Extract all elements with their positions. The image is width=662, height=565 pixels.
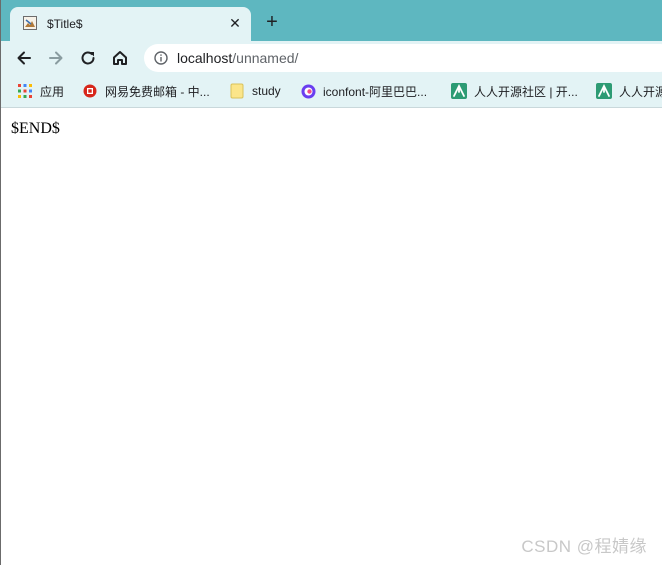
bookmark-label: 人人开源社区 | 开... bbox=[474, 84, 578, 99]
bookmark-renren-open-source[interactable]: 人人开源 bbox=[596, 82, 662, 100]
page-body-text: $END$ bbox=[11, 120, 60, 137]
bookmark-iconfont[interactable]: iconfont-阿里巴巴... bbox=[300, 82, 427, 100]
address-bar[interactable]: localhost/unnamed/ bbox=[144, 44, 662, 72]
folder-icon bbox=[229, 83, 245, 99]
bookmark-label: iconfont-阿里巴巴... bbox=[323, 84, 428, 99]
csdn-watermark: CSDN @程婧缘 bbox=[521, 537, 647, 556]
browser-toolbar: localhost/unnamed/ bbox=[1, 41, 662, 75]
tab-close-icon[interactable]: ✕ bbox=[226, 14, 244, 32]
url-path: /unnamed/ bbox=[232, 50, 299, 66]
bookmark-renren-community[interactable]: 人人开源社区 | 开... bbox=[451, 82, 578, 100]
bookmarks-bar: 应用 网易免费邮箱 - 中... study iconfont-阿里巴巴... … bbox=[1, 75, 662, 108]
tab-strip: $Title$ ✕ + bbox=[1, 0, 662, 41]
renren-icon bbox=[596, 83, 612, 99]
bookmark-label: 网易免费邮箱 - 中... bbox=[105, 84, 210, 99]
page-image-icon bbox=[23, 16, 37, 30]
page-content: $END$ CSDN @程婧缘 bbox=[1, 108, 662, 565]
bookmark-apps[interactable]: 应用 bbox=[17, 82, 64, 100]
reload-icon[interactable] bbox=[76, 46, 100, 70]
bookmark-label: 应用 bbox=[40, 84, 65, 99]
back-arrow-icon[interactable] bbox=[12, 46, 36, 70]
tab-title: $Title$ bbox=[47, 17, 83, 31]
bookmark-label: study bbox=[252, 84, 281, 98]
url-text[interactable]: localhost/unnamed/ bbox=[177, 50, 298, 66]
bookmark-label: 人人开源 bbox=[619, 84, 662, 99]
bookmark-netease-mail[interactable]: 网易免费邮箱 - 中... bbox=[82, 82, 210, 100]
renren-icon bbox=[451, 83, 467, 99]
forward-arrow-icon[interactable] bbox=[44, 46, 68, 70]
url-host: localhost bbox=[177, 50, 233, 66]
netease-mail-icon bbox=[82, 83, 98, 99]
info-icon[interactable] bbox=[154, 51, 168, 65]
browser-window: $Title$ ✕ + localhost/unnamed/ 应用 网易免费邮箱… bbox=[0, 0, 662, 565]
new-tab-button[interactable]: + bbox=[262, 12, 282, 32]
home-icon[interactable] bbox=[108, 46, 132, 70]
apps-grid-icon bbox=[17, 83, 33, 99]
iconfont-icon bbox=[300, 83, 316, 99]
tab-active[interactable]: $Title$ ✕ bbox=[10, 7, 251, 41]
bookmark-folder-study[interactable]: study bbox=[229, 82, 281, 100]
